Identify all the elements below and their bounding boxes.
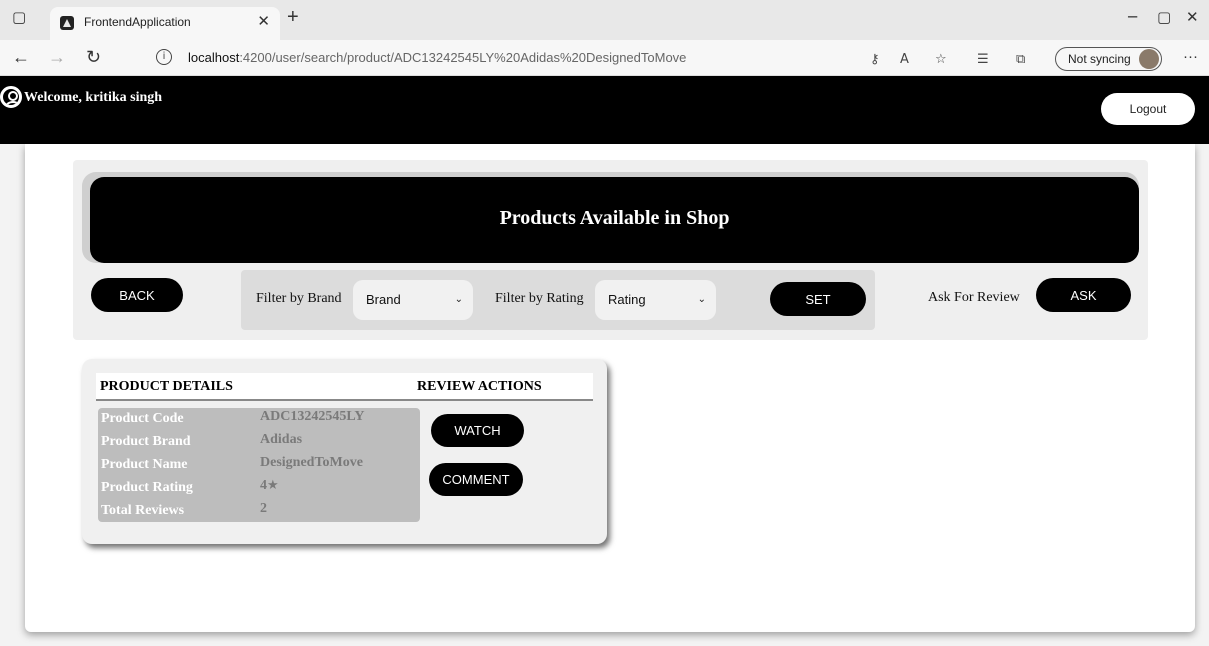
welcome-text: Welcome, kritika singh — [24, 90, 163, 105]
product-rating-value-wrap: 4★ — [260, 478, 279, 494]
product-name-label: Product Name — [101, 457, 188, 472]
favorite-star-icon[interactable]: ☆ — [935, 52, 947, 67]
total-reviews-label: Total Reviews — [101, 503, 185, 518]
back-arrow-icon[interactable]: ← — [12, 47, 30, 68]
key-icon[interactable]: ⚷ — [870, 52, 880, 67]
product-details-heading: PRODUCT DETAILS — [100, 379, 233, 394]
rating-select[interactable]: Rating ⌄ — [595, 280, 716, 320]
browser-tab[interactable]: FrontendApplication ✕ — [50, 7, 280, 40]
back-button[interactable]: BACK — [91, 278, 183, 312]
minimize-icon[interactable]: ─ — [1128, 8, 1137, 26]
ask-button[interactable]: ASK — [1036, 278, 1131, 312]
logout-button[interactable]: Logout — [1101, 93, 1195, 125]
refresh-icon[interactable]: ↻ — [86, 47, 101, 68]
site-info-icon[interactable]: i — [156, 49, 172, 65]
chevron-down-icon: ⌄ — [697, 294, 706, 305]
filter-brand-label: Filter by Brand — [256, 291, 342, 306]
ask-review-label: Ask For Review — [928, 290, 1020, 305]
shop-panel: Products Available in Shop BACK Filter b… — [73, 160, 1148, 340]
product-code-value: ADC13242545LY — [260, 409, 365, 424]
product-rating-value: 4 — [260, 478, 267, 493]
product-card: PRODUCT DETAILS REVIEW ACTIONS Product C… — [82, 359, 607, 544]
sync-label: Not syncing — [1068, 52, 1131, 66]
sync-button[interactable]: Not syncing — [1055, 47, 1162, 71]
brand-select-value: Brand — [366, 292, 401, 307]
read-aloud-icon[interactable]: A — [900, 52, 909, 67]
chevron-down-icon: ⌄ — [454, 294, 463, 305]
tab-title: FrontendApplication — [84, 15, 191, 29]
set-button[interactable]: SET — [770, 282, 866, 316]
app-header: Welcome, kritika singh Logout — [0, 76, 1209, 144]
new-tab-icon[interactable]: + — [287, 6, 299, 29]
angular-logo-icon — [60, 16, 74, 30]
maximize-icon[interactable]: ▢ — [1157, 8, 1171, 26]
comment-button[interactable]: COMMENT — [429, 463, 523, 496]
close-window-icon[interactable]: ✕ — [1186, 8, 1199, 26]
product-rating-label: Product Rating — [101, 480, 193, 495]
forward-arrow-icon[interactable]: → — [48, 47, 66, 68]
product-details-box: Product Code ADC13242545LY Product Brand… — [98, 408, 420, 522]
watch-button[interactable]: WATCH — [431, 414, 524, 447]
close-tab-icon[interactable]: ✕ — [257, 12, 270, 30]
product-brand-value: Adidas — [260, 432, 303, 447]
page-title: Products Available in Shop — [90, 177, 1139, 263]
product-code-label: Product Code — [101, 411, 184, 426]
profile-avatar — [1139, 49, 1159, 69]
tab-actions-icon[interactable]: ▢ — [12, 8, 26, 26]
url-text: localhost:4200/user/search/product/ADC13… — [188, 50, 686, 65]
user-account-icon — [0, 86, 22, 108]
total-reviews-value: 2 — [260, 501, 267, 516]
browser-tab-bar: ▢ FrontendApplication ✕ + ─ ▢ ✕ — [0, 0, 1209, 40]
url-path: :4200/user/search/product/ADC13242545LY%… — [239, 50, 687, 65]
product-name-value: DesignedToMove — [260, 455, 363, 470]
more-options-icon[interactable]: ··· — [1183, 48, 1198, 65]
banner-frame: Products Available in Shop — [82, 172, 1139, 263]
collections-icon[interactable]: ⧉ — [1016, 52, 1025, 67]
rating-select-value: Rating — [608, 292, 646, 307]
url-host: localhost — [188, 50, 240, 65]
favorites-list-icon[interactable]: ☰ — [977, 52, 989, 67]
filter-bar: Filter by Brand Brand ⌄ Filter by Rating… — [241, 270, 875, 330]
product-brand-label: Product Brand — [101, 434, 191, 449]
review-actions-heading: REVIEW ACTIONS — [417, 379, 542, 394]
star-icon: ★ — [267, 478, 279, 493]
brand-select[interactable]: Brand ⌄ — [353, 280, 473, 320]
filter-rating-label: Filter by Rating — [495, 291, 584, 306]
address-bar: ← → ↻ i localhost:4200/user/search/produ… — [0, 40, 1209, 76]
